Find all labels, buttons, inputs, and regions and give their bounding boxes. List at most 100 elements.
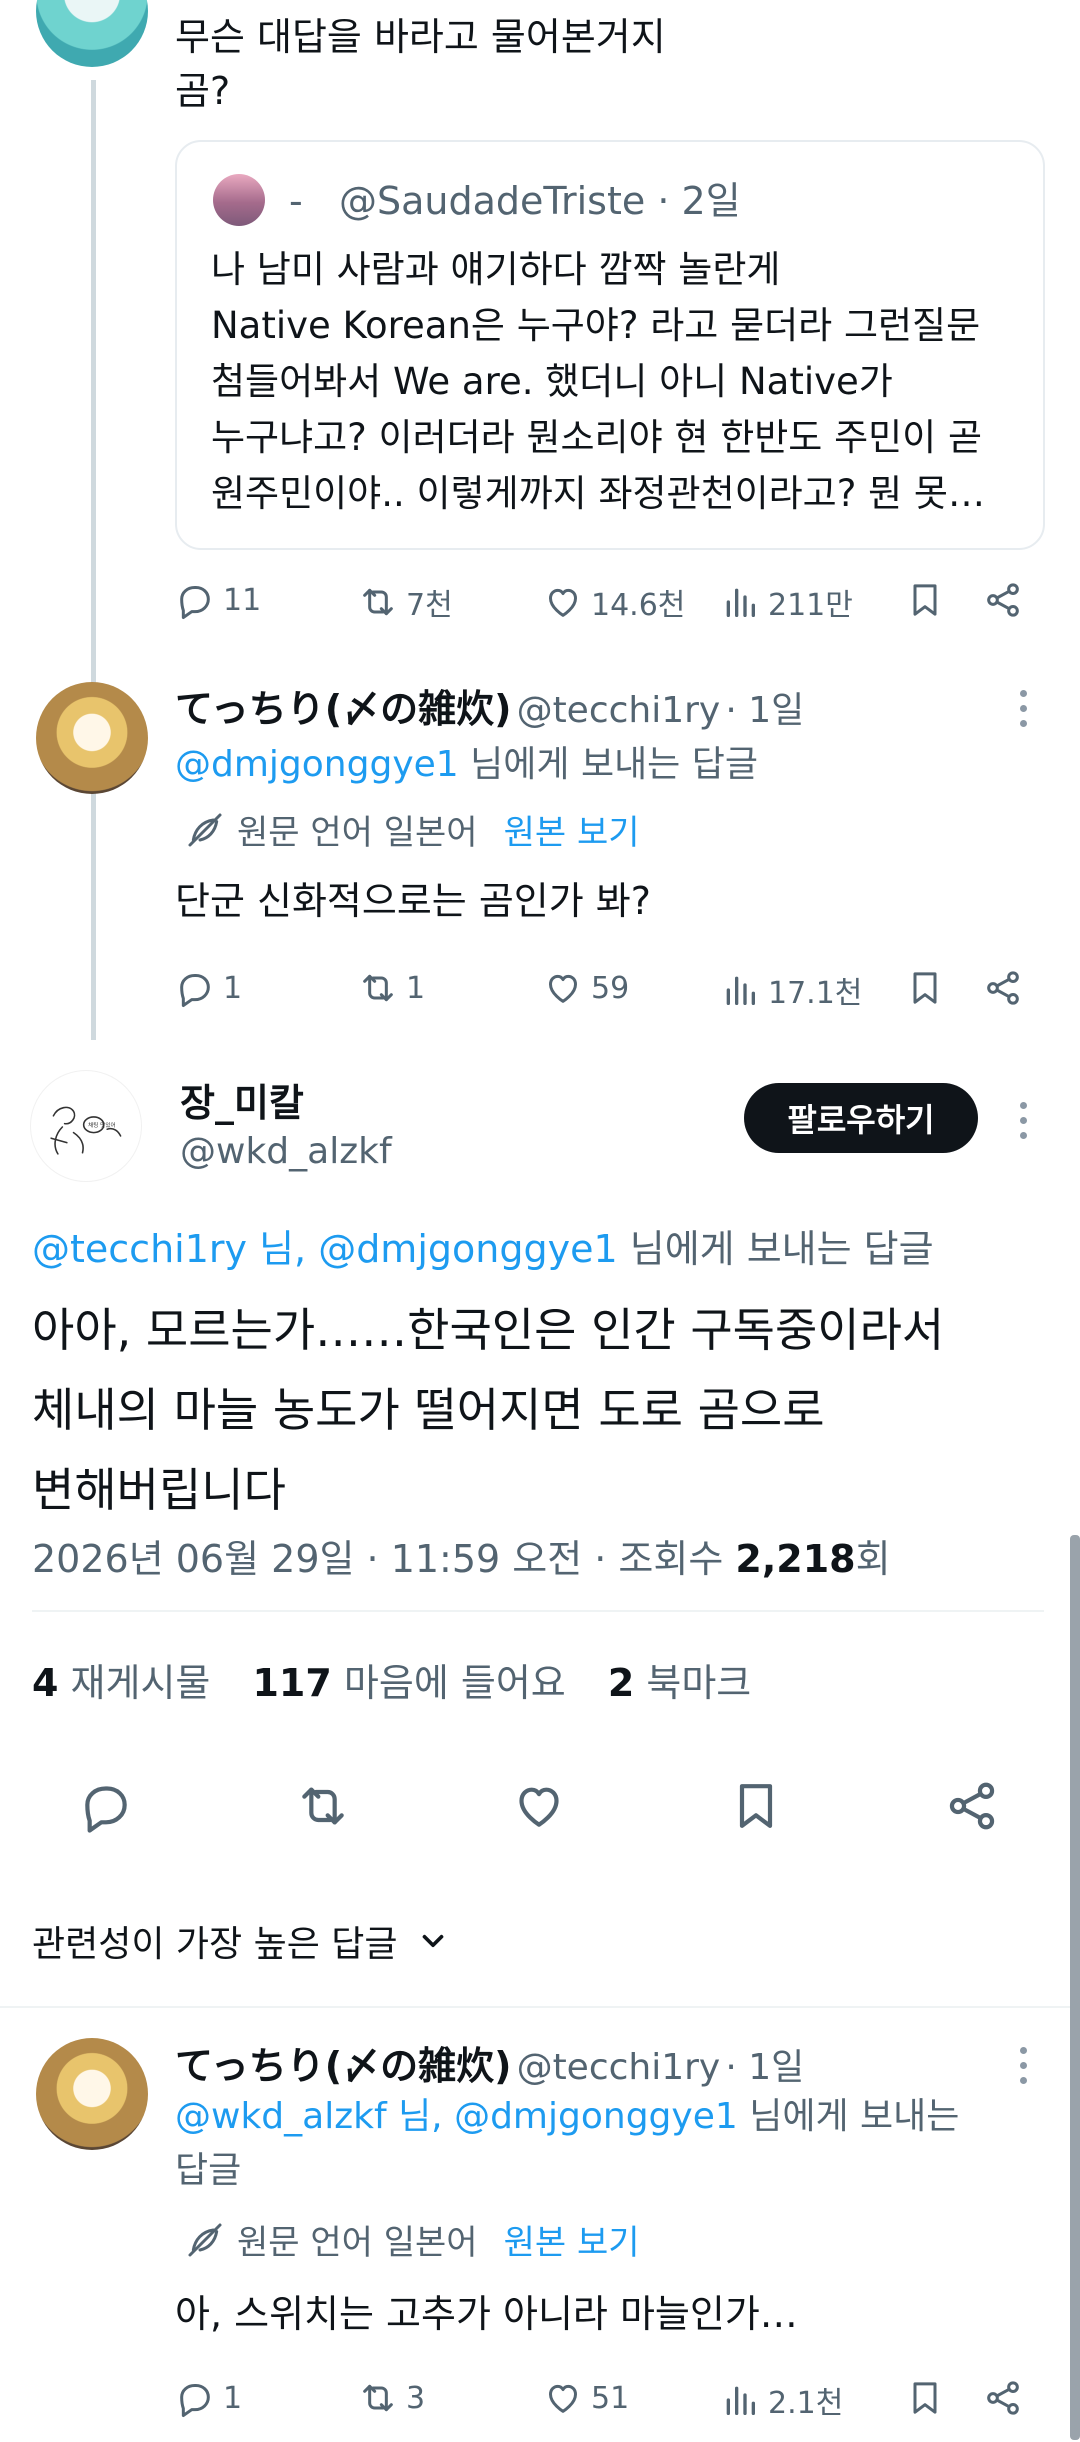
bookmarks-stat[interactable]: 2 북마크 xyxy=(608,1661,751,1705)
more-options-icon[interactable] xyxy=(1016,1102,1030,1139)
like-button[interactable]: 14.6천 xyxy=(543,580,685,624)
avatar[interactable] xyxy=(36,0,148,67)
author-name[interactable]: てっちり(〆の雑炊) xyxy=(175,687,511,731)
repost-icon xyxy=(358,968,398,1008)
translate-icon xyxy=(185,810,225,850)
reply-icon xyxy=(78,1778,134,1834)
tweet-text: 아, 스위치는 고추가 아니라 마늘인가… xyxy=(175,2292,798,2336)
reply-button[interactable] xyxy=(78,1778,134,1834)
follow-label: 팔로우하기 xyxy=(787,1101,935,1139)
bookmark-icon xyxy=(905,968,945,1008)
reply-to-label: 님에게 보내는 xyxy=(749,2096,960,2137)
repost-button[interactable]: 7천 xyxy=(358,580,453,624)
avatar[interactable]: 채팅 맛있어 xyxy=(30,1070,142,1182)
avatar[interactable] xyxy=(36,2038,148,2150)
translate-note: 원문 언어 일본어 xyxy=(237,813,478,853)
mention-links[interactable]: @tecchi1ry 님, @dmjgonggye1 xyxy=(32,1227,618,1271)
quote-time: · 2일 xyxy=(657,179,741,223)
translate-icon xyxy=(185,2220,225,2260)
views-icon xyxy=(720,2380,760,2420)
repost-icon xyxy=(358,2378,398,2418)
show-original-link[interactable]: 원본 보기 xyxy=(504,805,640,854)
chevron-down-icon xyxy=(422,1934,443,1948)
bookmark-button[interactable] xyxy=(905,2378,945,2418)
quote-avatar xyxy=(213,174,265,226)
quote-separator: - xyxy=(289,179,303,223)
author-handle[interactable]: @wkd_alzkf xyxy=(180,1131,392,1172)
quoted-tweet[interactable]: - @SaudadeTriste · 2일 나 남미 사람과 얘기하다 깜짝 놀… xyxy=(175,140,1045,550)
main-tweet-text: 아아, 모르는가……한국인은 인간 구독중이라서 체내의 마늘 농도가 떨어지면… xyxy=(32,1303,945,1517)
quote-handle: @SaudadeTriste xyxy=(338,179,646,223)
heart-icon xyxy=(511,1778,567,1834)
author-name[interactable]: 장_미칼 xyxy=(180,1072,392,1127)
reply-button[interactable]: 11 xyxy=(175,580,261,620)
reply-sort-label: 관련성이 가장 높은 답글 xyxy=(32,1924,398,1965)
bookmark-button[interactable] xyxy=(905,968,945,1008)
likes-stat[interactable]: 117 마음에 들어요 xyxy=(252,1661,565,1705)
views-button[interactable]: 211만 xyxy=(720,580,853,624)
bookmark-icon xyxy=(905,2378,945,2418)
share-icon xyxy=(983,968,1023,1008)
bookmark-icon xyxy=(905,580,945,620)
share-button[interactable] xyxy=(944,1778,1000,1834)
divider xyxy=(0,2006,1080,2008)
reply-button[interactable]: 1 xyxy=(175,2378,242,2418)
repost-icon xyxy=(295,1778,351,1834)
more-options-icon[interactable] xyxy=(1016,2047,1030,2084)
views-count: 2,218 xyxy=(735,1537,856,1581)
like-button[interactable]: 59 xyxy=(543,968,629,1008)
share-icon xyxy=(983,580,1023,620)
tweet-time[interactable]: · 1일 xyxy=(725,2047,804,2088)
views-button[interactable]: 17.1천 xyxy=(720,968,862,1012)
tweet-meta: 2026년 06월 29일 · 11:59 오전 · 조회수 2,218회 xyxy=(32,1537,891,1581)
heart-icon xyxy=(543,968,583,1008)
bookmark-button[interactable] xyxy=(905,580,945,620)
reply-button[interactable]: 1 xyxy=(175,968,242,1008)
author-handle[interactable]: @tecchi1ry xyxy=(517,2047,721,2088)
author-name[interactable]: てっちり(〆の雑炊) xyxy=(175,2044,511,2088)
avatar-caption: 채팅 맛있어 xyxy=(88,1121,116,1129)
quote-text: 나 남미 사람과 얘기하다 깜짝 놀란게 Native Korean은 누구야?… xyxy=(211,248,985,515)
share-button[interactable] xyxy=(983,580,1023,620)
share-icon xyxy=(983,2378,1023,2418)
reply-icon xyxy=(175,580,215,620)
like-button[interactable] xyxy=(511,1778,567,1834)
views-button[interactable]: 2.1천 xyxy=(720,2378,843,2422)
translate-note: 원문 언어 일본어 xyxy=(237,2223,478,2263)
avatar-drawing: 채팅 맛있어 xyxy=(50,1106,122,1155)
reply-to-label-cont: 답글 xyxy=(175,2150,242,2191)
reposts-stat[interactable]: 4 재게시물 xyxy=(32,1661,210,1705)
heart-icon xyxy=(543,582,583,622)
repost-icon xyxy=(358,582,398,622)
tweet-text: 무슨 대답을 바라고 물어본거지 곰? xyxy=(175,15,666,113)
scrollbar[interactable] xyxy=(1070,1535,1080,2440)
show-original-link[interactable]: 원본 보기 xyxy=(504,2215,640,2264)
views-icon xyxy=(720,970,760,1010)
reply-sort-dropdown[interactable]: 관련성이 가장 높은 답글 xyxy=(32,1915,450,1967)
author-handle[interactable]: @tecchi1ry xyxy=(517,690,721,731)
views-icon xyxy=(720,582,760,622)
bookmark-icon xyxy=(728,1778,784,1834)
share-icon xyxy=(944,1778,1000,1834)
more-options-icon[interactable] xyxy=(1016,690,1030,727)
share-button[interactable] xyxy=(983,968,1023,1008)
like-button[interactable]: 51 xyxy=(543,2378,629,2418)
reply-icon xyxy=(175,968,215,1008)
reply-to-label: 님에게 보내는 답글 xyxy=(470,744,758,785)
tweet-time[interactable]: · 1일 xyxy=(725,690,804,731)
tweet-text: 단군 신화적으로는 곰인가 봐? xyxy=(175,879,651,923)
heart-icon xyxy=(543,2378,583,2418)
avatar[interactable] xyxy=(36,682,148,794)
follow-button[interactable]: 팔로우하기 xyxy=(744,1083,978,1153)
bookmark-button[interactable] xyxy=(728,1778,784,1834)
share-button[interactable] xyxy=(983,2378,1023,2418)
reply-to-label: 님에게 보내는 답글 xyxy=(629,1227,934,1271)
mention-link[interactable]: @dmjgonggye1 xyxy=(175,744,459,785)
repost-button[interactable] xyxy=(295,1778,351,1834)
divider xyxy=(32,1610,1044,1612)
repost-button[interactable]: 3 xyxy=(358,2378,425,2418)
thread-line xyxy=(91,80,96,1040)
repost-button[interactable]: 1 xyxy=(358,968,425,1008)
mention-links[interactable]: @wkd_alzkf 님, @dmjgonggye1 xyxy=(175,2096,738,2137)
reply-icon xyxy=(175,2378,215,2418)
